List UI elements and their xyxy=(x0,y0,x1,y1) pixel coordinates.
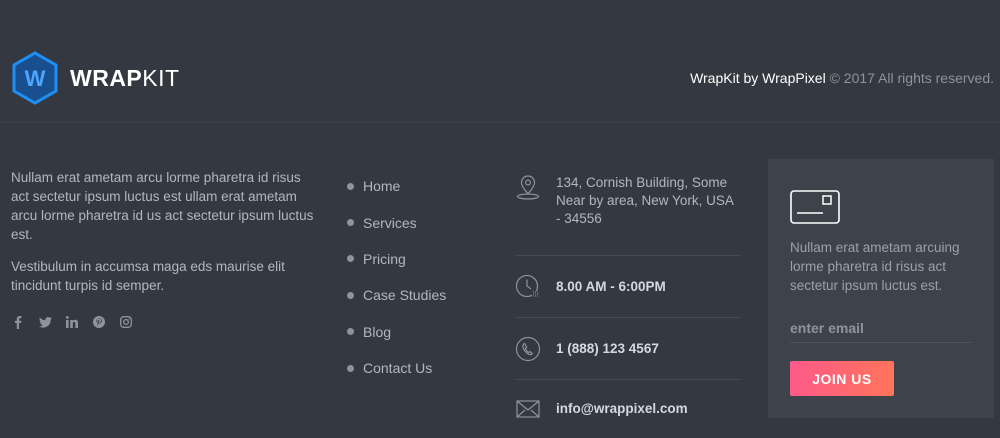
logo[interactable]: W WRAPKIT xyxy=(11,51,180,105)
footer-nav: Home Services Pricing Case Studies Blog … xyxy=(347,168,446,386)
facebook-icon[interactable] xyxy=(11,315,25,329)
clock-icon xyxy=(515,274,541,300)
footer-top-bar: W WRAPKIT WrapKit by WrapPixel © 2017 Al… xyxy=(0,0,1000,123)
bullet-icon xyxy=(347,182,354,190)
footer-link-case-studies[interactable]: Case Studies xyxy=(347,277,446,313)
join-us-button[interactable]: JOIN US xyxy=(790,361,894,396)
about-paragraph-1: Nullam erat ametam arcu lorme pharetra i… xyxy=(11,170,314,242)
envelope-icon xyxy=(515,396,541,422)
copyright-text: © 2017 All rights reserved. xyxy=(829,70,994,86)
copyright: WrapKit by WrapPixel © 2017 All rights r… xyxy=(690,70,994,86)
newsletter-email-input[interactable] xyxy=(790,313,972,343)
bullet-icon xyxy=(347,328,354,336)
pinterest-icon[interactable] xyxy=(92,315,106,329)
footer-link-label: Services xyxy=(363,214,417,231)
footer-link-label: Contact Us xyxy=(363,360,433,377)
card-icon xyxy=(790,190,840,229)
linkedin-icon[interactable] xyxy=(65,315,79,329)
contact-address-row: 134, Cornish Building, Some Near by area… xyxy=(515,160,741,256)
brand-name-light: KIT xyxy=(142,64,180,91)
contact-phone-row: 1 (888) 123 4567 xyxy=(515,318,741,380)
bullet-icon xyxy=(347,219,354,227)
about-paragraph-2: Vestibulum in accumsa maga eds maurise e… xyxy=(11,259,285,293)
bullet-icon xyxy=(347,255,354,263)
footer-link-blog[interactable]: Blog xyxy=(347,314,446,350)
about-section: Nullam erat ametam arcu lorme pharetra i… xyxy=(11,168,321,295)
phone-icon xyxy=(515,336,541,362)
newsletter-box: Nullam erat ametam arcuing lorme pharetr… xyxy=(768,159,994,418)
instagram-icon[interactable] xyxy=(119,315,133,329)
copyright-brand-link[interactable]: WrapKit by WrapPixel xyxy=(690,70,826,86)
contact-phone[interactable]: 1 (888) 123 4567 xyxy=(556,340,659,358)
footer-link-label: Home xyxy=(363,178,401,195)
bullet-icon xyxy=(347,364,354,372)
map-pin-icon xyxy=(515,174,541,200)
contact-hours: 8.00 AM - 6:00PM xyxy=(556,278,666,294)
newsletter-description: Nullam erat ametam arcuing lorme pharetr… xyxy=(790,240,960,293)
footer-link-home[interactable]: Home xyxy=(347,168,446,204)
contact-address: 134, Cornish Building, Some Near by area… xyxy=(556,175,734,226)
twitter-icon[interactable] xyxy=(38,315,52,329)
contact-email-row: info@wrappixel.com xyxy=(515,380,741,438)
logo-hexagon-icon: W xyxy=(12,51,58,105)
footer-link-label: Blog xyxy=(363,323,392,340)
bullet-icon xyxy=(347,291,354,299)
contact-hours-row: 8.00 AM - 6:00PM xyxy=(515,256,741,318)
brand-name: WRAPKIT xyxy=(70,65,180,92)
footer-link-pricing[interactable]: Pricing xyxy=(347,241,446,277)
contact-email[interactable]: info@wrappixel.com xyxy=(556,400,688,418)
footer-link-label: Pricing xyxy=(363,250,406,267)
logo-letter: W xyxy=(25,66,46,91)
footer-link-contact-us[interactable]: Contact Us xyxy=(347,350,446,386)
social-links xyxy=(11,315,133,329)
contact-info: 134, Cornish Building, Some Near by area… xyxy=(515,160,741,438)
brand-name-bold: WRAP xyxy=(70,64,143,91)
footer-link-label: Case Studies xyxy=(363,287,447,304)
footer-link-services[interactable]: Services xyxy=(347,204,446,240)
